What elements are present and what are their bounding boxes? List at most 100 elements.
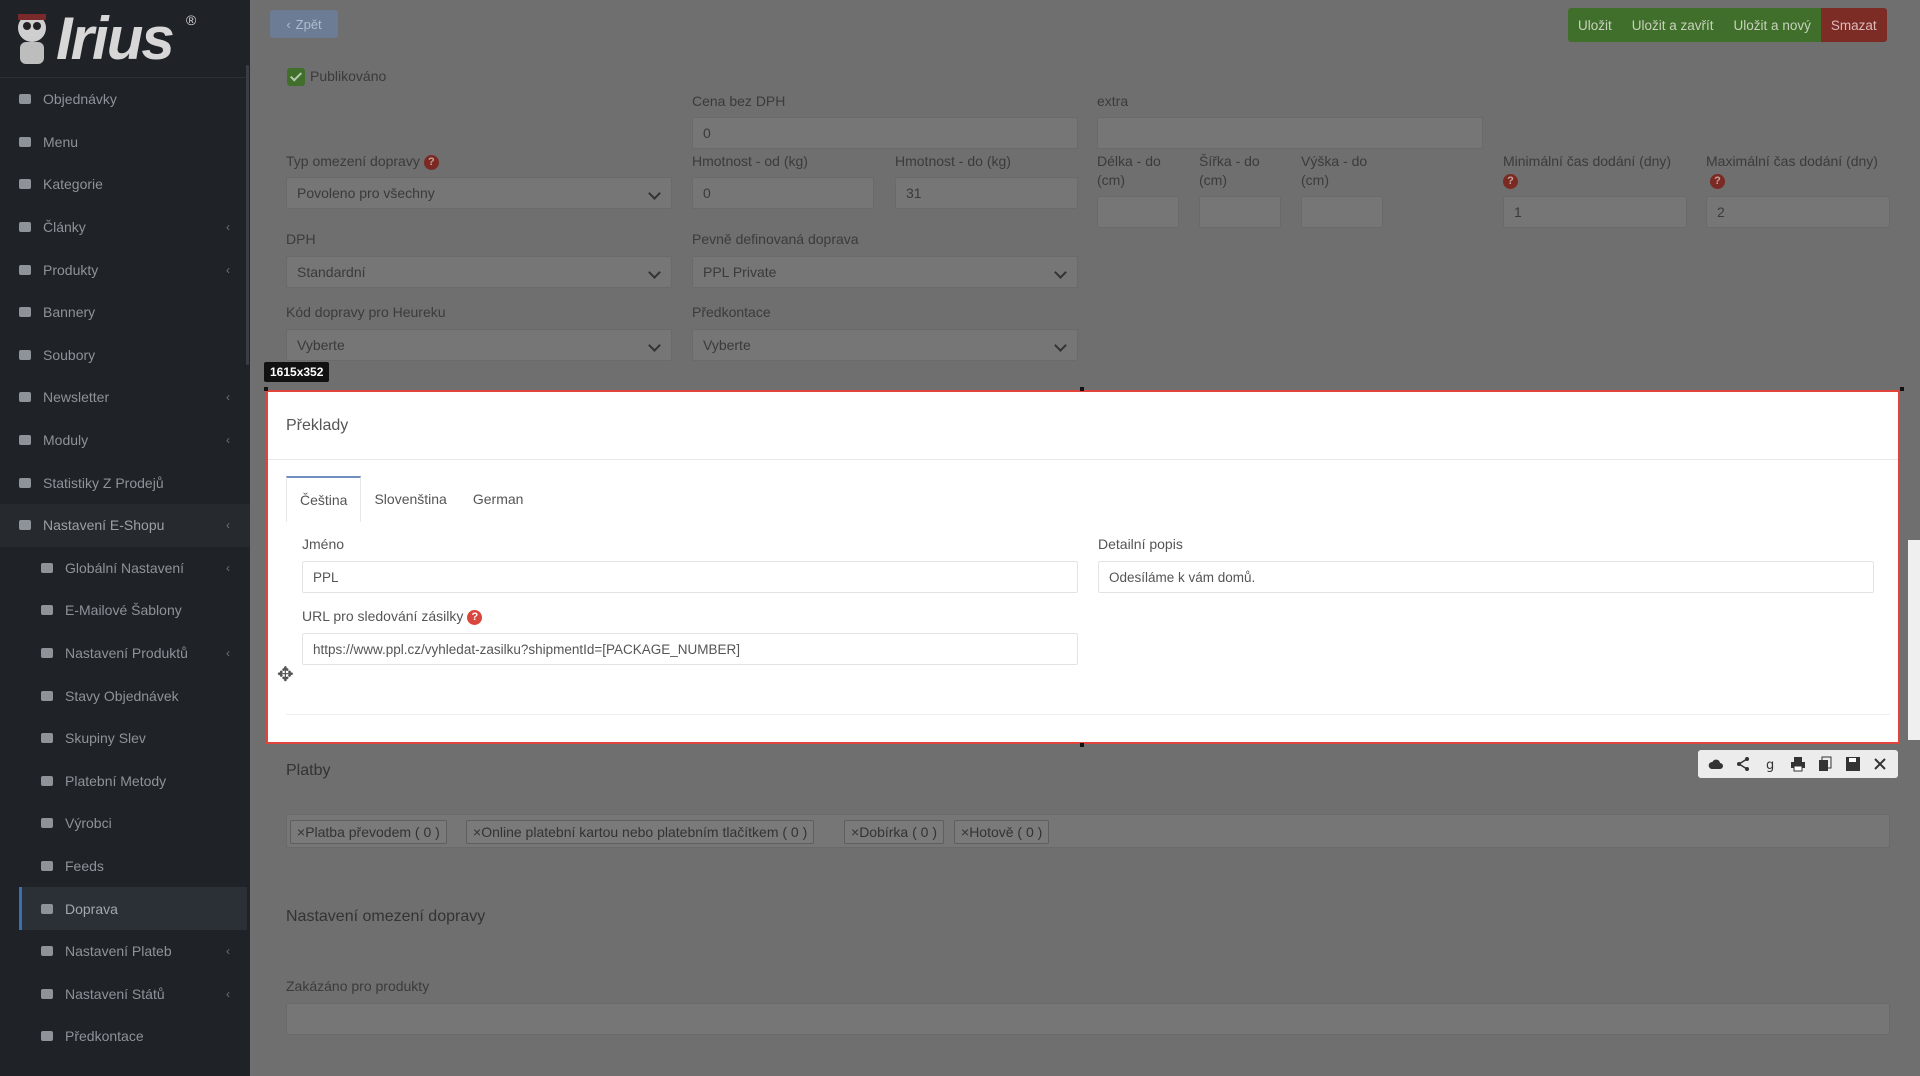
min-time-input[interactable]: 1 bbox=[1503, 196, 1687, 228]
chevron-left-icon: ‹ bbox=[226, 433, 230, 448]
copy-icon[interactable] bbox=[1816, 755, 1834, 773]
weight-to-input[interactable]: 31 bbox=[895, 177, 1078, 209]
sidebar-item-kategorie[interactable]: Kategorie bbox=[0, 163, 250, 206]
sidebar-item-bannery[interactable]: Bannery bbox=[0, 291, 250, 334]
save-close-button[interactable]: Uložit a zavřít bbox=[1621, 8, 1724, 42]
sidebar-scrollbar[interactable] bbox=[246, 65, 249, 365]
pencil-icon bbox=[16, 218, 34, 236]
sidebar-item-nastaven-produkt-[interactable]: Nastavení Produktů ‹ bbox=[0, 632, 250, 675]
resize-handle[interactable] bbox=[1080, 387, 1084, 391]
save-button[interactable]: Uložit bbox=[1568, 8, 1622, 42]
vat-select[interactable]: Standardní bbox=[286, 256, 672, 288]
price-input[interactable]: 0 bbox=[692, 117, 1078, 149]
max-time-input[interactable]: 2 bbox=[1706, 196, 1890, 228]
min-time-label: Minimální čas dodání (dny)? bbox=[1503, 153, 1672, 189]
weight-from-input[interactable]: 0 bbox=[692, 177, 874, 209]
description-input[interactable]: Odesíláme k vám domů. bbox=[1098, 561, 1874, 593]
help-icon[interactable]: ? bbox=[423, 154, 439, 170]
published-checkbox[interactable] bbox=[287, 68, 305, 86]
tab-cestina[interactable]: Čeština bbox=[286, 476, 362, 522]
resize-handle[interactable] bbox=[1900, 387, 1904, 391]
resize-handle[interactable] bbox=[1080, 743, 1084, 747]
restriction-select[interactable]: Povoleno pro všechny bbox=[286, 177, 672, 209]
width-input[interactable] bbox=[1199, 196, 1281, 228]
cloud-upload-icon[interactable] bbox=[1707, 755, 1725, 773]
sidebar-item-doprava[interactable]: Doprava bbox=[19, 887, 247, 930]
translations-card[interactable]: Překlady Čeština Slovenština German Jmén… bbox=[266, 390, 1900, 744]
length-input[interactable] bbox=[1097, 196, 1179, 228]
sidebar-item-label: E-Mailové Šablony bbox=[65, 602, 182, 619]
sidebar-item-label: Předkontace bbox=[65, 1028, 144, 1045]
sidebar-item-nastaven-st-t-[interactable]: Nastavení Států ‹ bbox=[0, 972, 250, 1015]
sidebar-item-stavy-objedn-vek[interactable]: Stavy Objednávek bbox=[0, 674, 250, 717]
name-input[interactable]: PPL bbox=[302, 561, 1078, 593]
save-icon[interactable] bbox=[1844, 755, 1862, 773]
payment-tag[interactable]: × Hotově ( 0 ) bbox=[954, 820, 1050, 844]
help-icon[interactable]: ? bbox=[1503, 173, 1518, 189]
mail-icon bbox=[38, 601, 56, 619]
heureka-select[interactable]: Vyberte bbox=[286, 329, 672, 361]
close-icon[interactable] bbox=[1871, 755, 1889, 773]
published-label: Publikováno bbox=[310, 68, 387, 84]
flag-icon bbox=[38, 985, 56, 1003]
back-button[interactable]: ‹ Zpět bbox=[270, 10, 338, 38]
file-icon bbox=[16, 346, 34, 364]
name-label: Jméno bbox=[302, 536, 345, 552]
sidebar-item-label: Menu bbox=[43, 133, 79, 150]
envelope-circle-icon bbox=[16, 388, 34, 406]
chevron-left-icon: ‹ bbox=[226, 986, 230, 1001]
sidebar-item-skupiny-slev[interactable]: Skupiny Slev bbox=[0, 717, 250, 760]
share-icon[interactable] bbox=[1734, 755, 1752, 773]
heureka-label: Kód dopravy pro Heureku bbox=[286, 304, 446, 320]
chevron-left-icon: ‹ bbox=[226, 646, 230, 661]
chevron-left-icon: ‹ bbox=[226, 944, 230, 959]
sidebar-item--l-nky[interactable]: Články ‹ bbox=[0, 206, 250, 249]
weight-to-label: Hmotnost - do (kg) bbox=[895, 153, 1011, 169]
sidebar-item-produkty[interactable]: Produkty ‹ bbox=[0, 248, 250, 291]
payment-tag[interactable]: × Platba převodem ( 0 ) bbox=[290, 820, 447, 844]
help-icon[interactable]: ? bbox=[467, 609, 483, 625]
sidebar-item-moduly[interactable]: Moduly ‹ bbox=[0, 419, 250, 462]
sidebar-item-label: Kategorie bbox=[43, 176, 103, 193]
sidebar-item-feeds[interactable]: Feeds bbox=[0, 845, 250, 888]
forbidden-products-input[interactable] bbox=[286, 1003, 1890, 1035]
extra-input[interactable] bbox=[1097, 117, 1483, 149]
max-time-label: Maximální čas dodání (dny)? bbox=[1706, 153, 1878, 189]
delete-button[interactable]: Smazat bbox=[1820, 8, 1887, 42]
sidebar-item-objedn-vky[interactable]: Objednávky bbox=[0, 78, 250, 121]
side-tools-strip[interactable] bbox=[1908, 540, 1920, 740]
help-icon[interactable]: ? bbox=[1710, 173, 1725, 189]
sidebar-item-statistiky-z-prodej-[interactable]: Statistiky Z Prodejů bbox=[0, 461, 250, 504]
tab-german[interactable]: German bbox=[460, 476, 537, 522]
sidebar-item-newsletter[interactable]: Newsletter ‹ bbox=[0, 376, 250, 419]
chevron-left-icon: ‹ bbox=[226, 262, 230, 277]
sidebar-item-nastaven-e-shopu[interactable]: Nastavení E-Shopu ‹ bbox=[0, 503, 250, 547]
print-icon[interactable] bbox=[1789, 755, 1807, 773]
tab-slovenstina[interactable]: Slovenština bbox=[361, 476, 459, 522]
sidebar-item-nastaven-plateb[interactable]: Nastavení Plateb ‹ bbox=[0, 930, 250, 973]
google-icon[interactable]: g bbox=[1762, 755, 1780, 773]
sidebar-item-glob-ln-nastaven-[interactable]: Globální Nastavení ‹ bbox=[0, 547, 250, 590]
fixed-shipping-select[interactable]: PPL Private bbox=[692, 256, 1078, 288]
resize-handle[interactable] bbox=[264, 387, 268, 391]
restriction-label: Typ omezení dopravy? bbox=[286, 152, 439, 171]
move-icon[interactable]: ✥ bbox=[277, 662, 299, 686]
payment-tag[interactable]: × Dobírka ( 0 ) bbox=[844, 820, 944, 844]
sidebar-item-platebn-metody[interactable]: Platební Metody bbox=[0, 760, 250, 803]
payments-title: Platby bbox=[286, 762, 331, 779]
sidebar-item-label: Nastavení Produktů bbox=[65, 645, 188, 662]
save-new-button[interactable]: Uložit a nový bbox=[1723, 8, 1821, 42]
sidebar-item-e-mailov-ablony[interactable]: E-Mailové Šablony bbox=[0, 589, 250, 632]
sidebar-item-p-edkontace[interactable]: Předkontace bbox=[0, 1015, 250, 1058]
sidebar-item-menu[interactable]: Menu bbox=[0, 121, 250, 164]
sidebar-item-v-robci[interactable]: Výrobci bbox=[0, 802, 250, 845]
settings-icon bbox=[16, 516, 34, 534]
sidebar-item-soubory[interactable]: Soubory bbox=[0, 334, 250, 377]
payment-tag[interactable]: × Online platební kartou nebo platebním … bbox=[466, 820, 815, 844]
tracking-url-input[interactable]: https://www.ppl.cz/vyhledat-zasilku?ship… bbox=[302, 633, 1078, 665]
precontact-select[interactable]: Vyberte bbox=[692, 329, 1078, 361]
height-input[interactable] bbox=[1301, 196, 1383, 228]
price-label: Cena bez DPH bbox=[692, 93, 786, 109]
sidebar-item-label: Nastavení Států bbox=[65, 985, 165, 1002]
logo[interactable]: Irius ® bbox=[0, 0, 250, 78]
